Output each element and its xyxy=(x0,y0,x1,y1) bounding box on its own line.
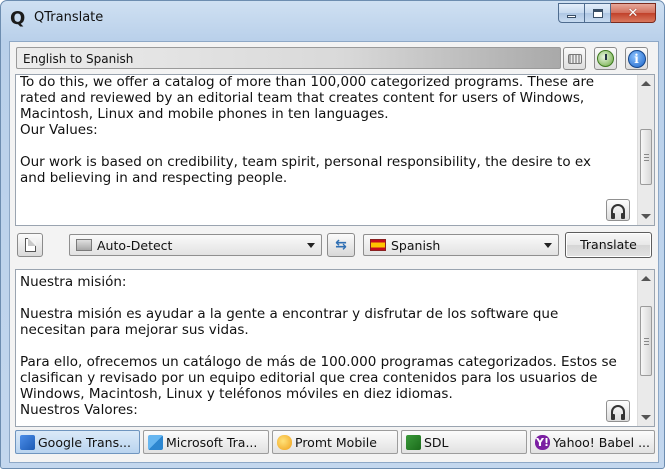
text-line: Nuestra misión es ayudar a la gente a en… xyxy=(20,306,559,322)
language-controls: Auto-Detect ⇆ Spanish Translate xyxy=(10,232,658,262)
chevron-down-icon xyxy=(307,243,315,248)
text-line: Our Values: xyxy=(20,122,98,138)
grip-line xyxy=(644,344,649,345)
maximize-button[interactable] xyxy=(585,3,611,23)
info-icon: i xyxy=(627,49,646,68)
text-line: Para ello, ofrecemos un catálogo de más … xyxy=(20,354,617,370)
qtranslate-window: Q QTranslate ✕ English to Spanish i To d… xyxy=(0,0,665,469)
google-translate-icon xyxy=(20,435,35,450)
window-title: QTranslate xyxy=(34,10,104,25)
sdl-icon xyxy=(406,435,421,450)
output-scrollbar[interactable] xyxy=(637,270,654,426)
app-icon: Q xyxy=(10,8,26,29)
text-line xyxy=(20,138,634,154)
text-line: and believing in and respecting people. xyxy=(20,170,288,186)
text-line: Nuestra misión: xyxy=(20,274,127,290)
chevron-down-icon xyxy=(544,243,552,248)
source-text-area[interactable]: To do this, we offer a catalog of more t… xyxy=(15,74,655,226)
text-line: necesitan para mejorar sus vidas. xyxy=(20,322,249,338)
close-icon: ✕ xyxy=(627,5,639,21)
maximize-icon xyxy=(592,8,603,18)
engine-tab-yahoo[interactable]: Y! Yahoo! Babel ... xyxy=(530,430,655,454)
yahoo-icon: Y! xyxy=(535,435,550,450)
info-button[interactable]: i xyxy=(625,47,648,70)
text-line: To do this, we offer a catalog of more t… xyxy=(20,74,595,90)
engine-tab-google[interactable]: Google Trans... xyxy=(15,430,140,454)
text-line: clasifican y revisado por un equipo edit… xyxy=(20,370,598,386)
direction-label: English to Spanish xyxy=(23,52,134,66)
text-line: Windows, Macintosh, Linux y teléfonos mó… xyxy=(20,386,453,402)
listen-source-button[interactable] xyxy=(606,199,630,221)
target-language-select[interactable]: Spanish xyxy=(363,234,559,256)
microsoft-translator-icon xyxy=(148,435,163,450)
title-bar[interactable]: Q QTranslate ✕ xyxy=(1,1,664,41)
text-line: rated and reviewed by an editorial team … xyxy=(20,90,585,106)
scroll-thumb[interactable] xyxy=(640,129,652,185)
source-language-value: Auto-Detect xyxy=(97,238,173,253)
grip-line xyxy=(644,338,649,339)
grip-line xyxy=(644,341,649,342)
engine-label: Google Trans... xyxy=(38,435,132,450)
engine-label: Microsoft Tra... xyxy=(166,435,258,450)
document-icon xyxy=(24,238,36,252)
spain-flag-icon xyxy=(370,239,386,251)
caption-buttons: ✕ xyxy=(558,3,656,23)
text-line: Nuestros Valores: xyxy=(20,402,138,418)
headphones-icon xyxy=(611,405,625,420)
scroll-thumb[interactable] xyxy=(640,306,652,376)
virtual-keyboard-button[interactable] xyxy=(563,47,586,70)
minimize-button[interactable] xyxy=(558,3,585,23)
translation-output-area[interactable]: Nuestra misión: Nuestra misión es ayudar … xyxy=(15,269,655,427)
engine-tab-sdl[interactable]: SDL xyxy=(401,430,527,454)
engine-label: SDL xyxy=(424,435,449,450)
scroll-down-arrow-icon[interactable] xyxy=(641,415,651,420)
minimize-icon xyxy=(567,14,576,18)
text-line: Macintosh, Linux and mobile phones in te… xyxy=(20,106,389,122)
keyboard-icon xyxy=(567,53,582,64)
translation-engine-bar: Google Trans... Microsoft Tra... Promt M… xyxy=(15,430,655,454)
auto-detect-icon xyxy=(76,239,92,251)
grip-line xyxy=(644,154,649,155)
scroll-up-arrow-icon[interactable] xyxy=(641,81,651,86)
source-language-select[interactable]: Auto-Detect xyxy=(69,234,322,256)
text-line xyxy=(20,338,634,354)
translate-button[interactable]: Translate xyxy=(565,232,652,258)
source-text: To do this, we offer a catalog of more t… xyxy=(20,74,634,186)
history-icon xyxy=(597,50,614,67)
grip-line xyxy=(644,157,649,158)
text-line: Our work is based on credibility, team s… xyxy=(20,154,591,170)
grip-line xyxy=(644,160,649,161)
headphones-icon xyxy=(611,204,625,219)
direction-bar: English to Spanish xyxy=(16,47,561,69)
text-line xyxy=(20,290,634,306)
history-button[interactable] xyxy=(594,47,617,70)
target-language-value: Spanish xyxy=(391,238,441,253)
listen-translation-button[interactable] xyxy=(606,400,630,422)
engine-tab-promt[interactable]: Promt Mobile xyxy=(272,430,398,454)
client-area: English to Spanish i To do this, we offe… xyxy=(9,41,659,463)
source-scrollbar[interactable] xyxy=(637,75,654,225)
engine-label: Promt Mobile xyxy=(295,435,377,450)
engine-label: Yahoo! Babel ... xyxy=(553,435,651,450)
close-button[interactable]: ✕ xyxy=(611,3,656,23)
scroll-down-arrow-icon[interactable] xyxy=(641,214,651,219)
new-document-button[interactable] xyxy=(17,233,43,257)
promt-icon xyxy=(277,435,292,450)
engine-tab-microsoft[interactable]: Microsoft Tra... xyxy=(143,430,269,454)
scroll-up-arrow-icon[interactable] xyxy=(641,276,651,281)
swap-languages-button[interactable]: ⇆ xyxy=(327,233,355,257)
translation-text: Nuestra misión: Nuestra misión es ayudar … xyxy=(20,274,634,418)
